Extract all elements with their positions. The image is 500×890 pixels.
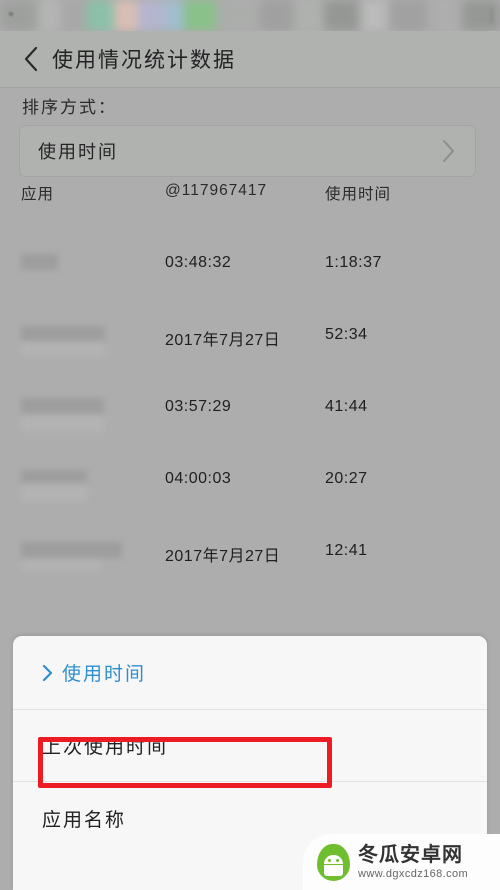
blurred-app-name [21,470,87,483]
watermark-title: 冬瓜安卓网 [358,843,463,866]
status-bar-block-1 [38,0,60,31]
cell-value: 52:34 [325,326,368,343]
blurred-app-name [21,254,58,270]
sort-dropdown[interactable]: 使用时间 [19,125,476,177]
status-bar-block-3 [86,0,114,31]
cell-value: 1:18:37 [325,254,382,271]
sort-option-label: 应用名称 [42,809,127,831]
cell-value: 03:48:32 [165,254,232,271]
cell-last-used: 2017年7月27日 [165,326,325,350]
cell-app-name [0,470,165,501]
cell-value: 03:57:29 [165,398,232,415]
status-bar-block-7 [184,0,216,31]
sort-option-label: 上次使用时间 [42,737,169,758]
blurred-app-name [21,398,104,414]
phone-screen: 使用情况统计数据 排序方式： 使用时间 应用 @117967417 使用时间 0… [0,0,500,890]
watermark-url: www.dgxcdz168.com [358,867,469,880]
status-bar-block-2 [60,0,86,31]
status-bar-right-indicator [490,8,493,23]
cell-value: 12:41 [325,542,368,559]
status-bar-block-12 [360,0,388,31]
sort-selected-value: 使用时间 [38,142,118,162]
blurred-app-name [21,542,122,558]
status-bar-block-6 [164,0,184,31]
sort-option-item[interactable]: 上次使用时间 [13,710,487,782]
app-bar: 使用情况统计数据 [0,31,500,88]
status-bar-block-0 [0,0,38,31]
blurred-app-name [21,486,87,501]
column-header-usage-time: 使用时间 [325,186,392,203]
cell-usage-time: 12:41 [325,542,475,560]
site-watermark: 冬瓜安卓网 www.dgxcdz168.com [303,834,500,890]
table-row[interactable]: 03:48:32 1:18:37 [0,254,500,326]
blurred-app-name [21,561,101,570]
blurred-app-name [21,344,105,356]
status-bar-block-9 [260,0,294,31]
cell-app-name [0,326,165,356]
status-bar-dot-icon [9,12,13,16]
column-header-account: @117967417 [165,182,268,199]
cell-last-used: 03:48:32 [165,254,325,272]
table-header-row: 应用 @117967417 使用时间 [0,182,500,254]
column-header-app: 应用 [21,186,55,203]
usage-table: 应用 @117967417 使用时间 03:48:32 1:18:37 2017年7… [0,182,500,614]
blurred-app-name [21,326,105,341]
status-bar-block-15 [462,0,500,31]
cell-last-used: 04:00:03 [165,470,325,488]
cell-usage-time: 52:34 [325,326,475,344]
chevron-right-icon [441,139,455,163]
status-bar [0,0,500,31]
status-bar-block-14 [428,0,462,31]
sort-option-item[interactable]: 使用时间 [13,636,487,710]
status-bar-block-11 [324,0,360,31]
cell-last-used: 03:57:29 [165,398,325,416]
cell-usage-time: 1:18:37 [325,254,475,272]
sort-options-list: 使用时间上次使用时间 应用名称 [13,636,487,854]
status-bar-block-10 [294,0,324,31]
status-bar-block-13 [388,0,428,31]
cell-app-name [0,398,165,432]
cell-last-used: 2017年7月27日 [165,542,325,566]
blurred-app-name [21,417,104,432]
cell-value: 2017年7月27日 [165,332,281,349]
cell-value: 20:27 [325,470,368,487]
back-icon[interactable] [14,46,48,72]
table-row[interactable]: 2017年7月27日 52:34 [0,326,500,398]
cell-value: 2017年7月27日 [165,548,281,565]
cell-app-name [0,254,165,270]
table-row[interactable]: 04:00:03 20:27 [0,470,500,542]
page-title: 使用情况统计数据 [52,49,236,72]
cell-usage-time: 41:44 [325,398,475,416]
cell-app-name [0,542,165,570]
cell-value: 41:44 [325,398,368,415]
android-droid-icon [317,843,350,881]
cell-usage-time: 20:27 [325,470,475,488]
cell-value: 04:00:03 [165,470,232,487]
table-row[interactable]: 03:57:29 41:44 [0,398,500,470]
sort-label: 排序方式： [22,98,117,117]
chevron-right-icon [42,664,53,682]
table-row[interactable]: 2017年7月27日 12:41 [0,542,500,614]
status-bar-block-4 [114,0,138,31]
status-bar-block-5 [138,0,164,31]
table-body: 03:48:32 1:18:37 2017年7月27日 52:34 03:57:29 41… [0,254,500,614]
status-bar-block-8 [216,0,260,31]
sort-option-label: 使用时间 [62,664,147,685]
